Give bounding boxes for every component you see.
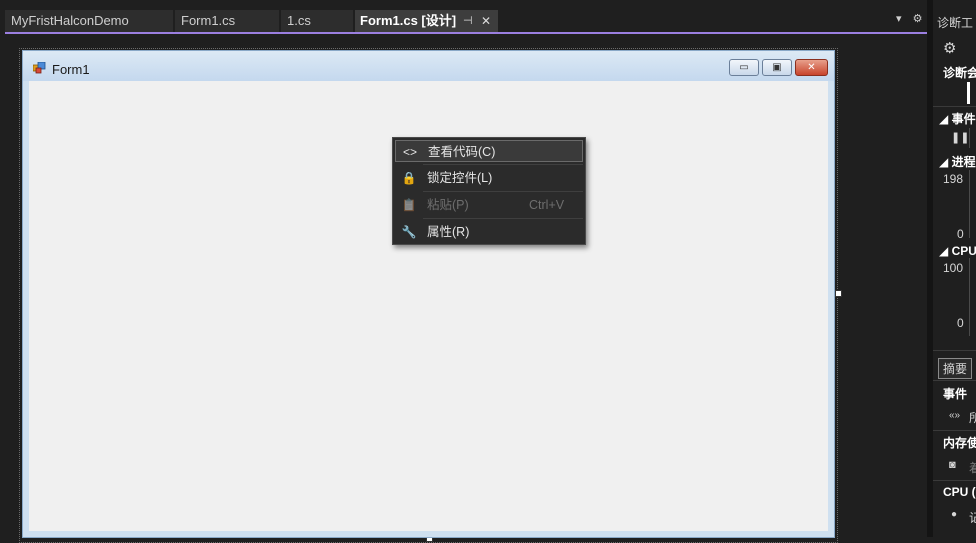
events-header-label: 事件 <box>951 112 976 126</box>
camera-icon[interactable]: ◙ <box>949 459 956 471</box>
cpu-usage-chart <box>969 258 976 336</box>
lock-icon: 🔒 <box>401 171 417 185</box>
close-button[interactable]: ✕ <box>795 59 828 76</box>
cpu-usage-header[interactable]: ◢ CPU <box>939 244 976 258</box>
menu-item-label: 锁定控件(L) <box>427 171 493 185</box>
tab-1-cs[interactable]: 1.cs <box>281 10 353 32</box>
menu-item-lock-controls[interactable]: 🔒 锁定控件(L) <box>395 167 583 189</box>
memory-usage-label: 内存使 <box>943 436 976 450</box>
tab-label: Form1.cs [设计] <box>360 13 457 28</box>
menu-separator <box>423 218 583 219</box>
tab-strip-tools: ▾ ⚙ <box>896 12 922 25</box>
minimize-icon: ▭ <box>739 62 749 73</box>
session-label: 诊断会 <box>943 66 976 80</box>
events-item[interactable]: 所 <box>969 409 976 426</box>
context-menu: <> 查看代码(C) 🔒 锁定控件(L) 📋 粘贴(P) Ctrl+V 🔧 属性… <box>392 137 586 245</box>
maximize-button[interactable]: ▣ <box>762 59 792 76</box>
tab-label: MyFristHalconDemo <box>11 13 129 28</box>
close-icon[interactable]: ✕ <box>481 10 491 32</box>
form-window[interactable]: Form1 ▭ ▣ ✕ <box>22 50 835 538</box>
form-title-bar: Form1 ▭ ▣ ✕ <box>23 51 834 81</box>
tab-form1-designer[interactable]: Form1.cs [设计] ⊣ ✕ <box>355 10 498 32</box>
events-glyph-icon: «» <box>949 410 961 421</box>
chevron-down-icon[interactable]: ▾ <box>896 13 902 25</box>
gear-icon[interactable]: ⚙ <box>913 13 923 25</box>
process-header-label: 进程 <box>951 155 976 169</box>
pause-icon[interactable]: ❚❚ <box>951 131 969 144</box>
record-item[interactable]: 记 <box>969 509 976 526</box>
menu-item-paste: 📋 粘贴(P) Ctrl+V <box>395 194 583 216</box>
cpu-axis-max: 100 <box>943 261 964 275</box>
divider <box>933 106 976 107</box>
events-track <box>969 128 976 148</box>
menu-item-label: 粘贴(P) <box>427 198 469 212</box>
tab-summary[interactable]: 摘要 <box>938 358 973 379</box>
timeline-cursor[interactable] <box>967 82 970 104</box>
process-axis-max: 198 <box>943 172 964 186</box>
diagnostic-tools-panel: 诊断工 ⚙ 诊断会 ◢ 事件 ❚❚ ◢ 进程 198 0 ◢ CPU 100 0… <box>933 0 976 537</box>
wrench-icon: 🔧 <box>401 225 417 239</box>
pin-icon[interactable]: ⊣ <box>463 10 473 32</box>
process-memory-header[interactable]: ◢ 进程 <box>939 153 976 170</box>
document-tab-strip: MyFristHalconDemo Form1.cs 1.cs Form1.cs… <box>0 0 927 34</box>
divider <box>933 430 976 431</box>
menu-item-properties[interactable]: 🔧 属性(R) <box>395 221 583 243</box>
form-icon <box>33 62 46 74</box>
form-title: Form1 <box>52 62 90 77</box>
menu-item-label: 查看代码(C) <box>428 145 496 159</box>
menu-item-view-code[interactable]: <> 查看代码(C) <box>395 140 583 162</box>
menu-separator <box>423 164 583 165</box>
divider <box>933 350 976 351</box>
divider <box>933 480 976 481</box>
minimize-button[interactable]: ▭ <box>729 59 759 76</box>
tab-myfristhalcondemo[interactable]: MyFristHalconDemo <box>5 10 173 32</box>
gear-icon[interactable]: ⚙ <box>943 39 956 57</box>
process-memory-chart <box>969 170 976 238</box>
cpu-axis-min: 0 <box>957 316 964 330</box>
menu-item-label: 属性(R) <box>427 225 470 239</box>
tab-label: Form1.cs <box>181 13 236 28</box>
snapshot-item: 着 <box>969 461 976 475</box>
menu-separator <box>423 191 583 192</box>
divider <box>933 380 976 381</box>
record-icon[interactable]: ● <box>951 509 957 520</box>
cpu-usage-label: CPU ( <box>943 485 976 499</box>
panel-title: 诊断工 <box>937 16 974 30</box>
process-axis-min: 0 <box>957 227 964 241</box>
events-section-header[interactable]: ◢ 事件 <box>939 110 976 127</box>
resize-handle-right[interactable] <box>835 290 842 297</box>
cpu-header-label: CPU <box>951 244 976 258</box>
clipboard-icon: 📋 <box>401 198 417 212</box>
close-icon: ✕ <box>807 62 816 73</box>
menu-item-shortcut: Ctrl+V <box>529 198 565 212</box>
designer-surface[interactable]: Form1 ▭ ▣ ✕ <box>0 34 927 543</box>
tab-label: 1.cs <box>287 13 311 28</box>
maximize-icon: ▣ <box>772 62 782 73</box>
code-icon: <> <box>402 145 417 159</box>
tab-form1-cs[interactable]: Form1.cs <box>175 10 279 32</box>
events-label: 事件 <box>943 387 968 401</box>
